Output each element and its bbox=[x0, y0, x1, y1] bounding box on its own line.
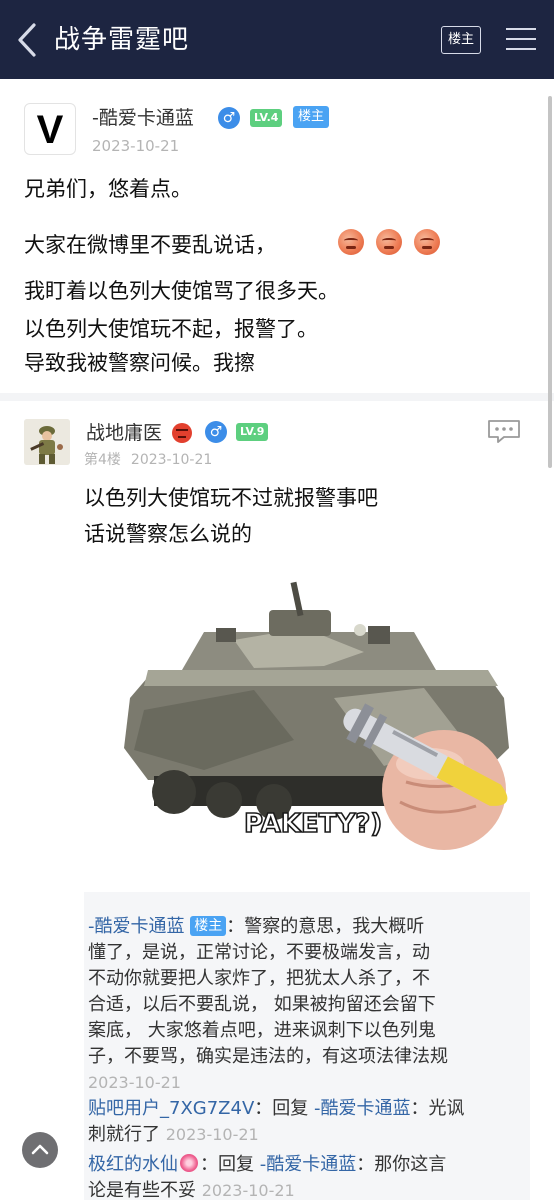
chevron-up-icon bbox=[31, 1144, 49, 1155]
sub-reply-date: 2023-10-21 bbox=[201, 1181, 295, 1200]
post-line: 以色列大使馆玩不起，报警了。 bbox=[24, 317, 318, 341]
sub-reply-text: 案底， 大家悠着点吧，进来讽刺下以色列鬼 bbox=[88, 1020, 436, 1041]
sub-reply-author[interactable]: 极红的水仙 bbox=[88, 1154, 178, 1175]
sub-reply-text: 不动你就要把人家炸了，把犹太人杀了，不 bbox=[88, 968, 430, 989]
sub-reply-text: 论是有些不妥 bbox=[88, 1180, 196, 1200]
sub-reply[interactable]: 极红的水仙 ：回复 -酷爱卡通蓝：那你这言 论是有些不妥 2023-10-21 bbox=[88, 1152, 524, 1200]
scrollbar[interactable] bbox=[548, 96, 552, 468]
post-date: 2023-10-21 bbox=[92, 137, 180, 155]
host-badge: 楼主 bbox=[293, 106, 330, 128]
post-line: 兄弟们，悠着点。 bbox=[24, 177, 192, 201]
sub-reply-text: 刺就行了 bbox=[88, 1124, 160, 1145]
sub-reply-author[interactable]: -酷爱卡通蓝 bbox=[88, 916, 185, 937]
flower-emoji bbox=[180, 1154, 198, 1172]
sub-reply-text: 合适，以后不要乱说， 如果被拘留还会留下 bbox=[88, 994, 436, 1015]
floor-number: 第4楼 bbox=[84, 452, 121, 468]
chevron-left-icon[interactable] bbox=[14, 22, 42, 58]
male-gender-icon: ♂ bbox=[205, 421, 227, 443]
angry-face-emoji bbox=[338, 229, 364, 255]
author-name[interactable]: 战地庸医 bbox=[86, 420, 162, 446]
reply-line: 话说警察怎么说的 bbox=[84, 522, 252, 546]
sub-reply-author[interactable]: 贴吧用户_7XG7Z4V bbox=[88, 1098, 254, 1119]
sub-reply-date: 2023-10-21 bbox=[88, 1073, 181, 1092]
reply-word: 回复 bbox=[272, 1098, 309, 1119]
hamburger-menu-icon[interactable] bbox=[506, 24, 536, 54]
reply-line: 以色列大使馆玩不过就报警事吧 bbox=[84, 486, 378, 510]
tank-meme-image[interactable]: PAKETY?) bbox=[84, 570, 530, 872]
section-divider bbox=[0, 393, 554, 401]
reply-target[interactable]: -酷爱卡通蓝 bbox=[314, 1098, 411, 1119]
reply-word: 回复 bbox=[218, 1154, 254, 1175]
avatar[interactable] bbox=[24, 419, 70, 465]
post-line: 大家在微博里不要乱说话， bbox=[24, 233, 276, 257]
scroll-to-top-button[interactable] bbox=[22, 1132, 58, 1168]
host-badge: 楼主 bbox=[190, 916, 227, 936]
only-host-button[interactable]: 楼主 bbox=[441, 26, 481, 54]
floor-info: 第4楼 2023-10-21 bbox=[84, 450, 212, 470]
sub-reply-text: ：那你这言 bbox=[356, 1154, 447, 1175]
comment-icon[interactable] bbox=[486, 418, 522, 444]
sub-reply-text: ：光讽 bbox=[410, 1098, 465, 1119]
angry-face-emoji bbox=[414, 229, 440, 255]
image-caption: PAKETY?) bbox=[244, 809, 382, 839]
author-name[interactable]: -酷爱卡通蓝 bbox=[92, 105, 194, 131]
angry-face-emoji bbox=[376, 229, 402, 255]
forum-title: 战争雷霆吧 bbox=[54, 25, 190, 55]
sub-reply-text: 懂了，是说，正常讨论，不要极端发言，动 bbox=[88, 942, 430, 963]
sub-reply-date: 2023-10-21 bbox=[165, 1125, 259, 1144]
post-line: 导致我被警察问候。我擦 bbox=[24, 351, 255, 375]
level-badge: LV.4 bbox=[250, 109, 283, 127]
angry-face-emoji bbox=[172, 423, 192, 443]
top-nav-bar: 战争雷霆吧 楼主 bbox=[0, 0, 554, 79]
sub-reply[interactable]: 贴吧用户_7XG7Z4V：回复 -酷爱卡通蓝：光讽 刺就行了 2023-10-2… bbox=[88, 1096, 524, 1148]
reply-target[interactable]: -酷爱卡通蓝 bbox=[260, 1154, 357, 1175]
main-post: V -酷爱卡通蓝 ♂ LV.4 楼主 2023-10-21 兄弟们，悠着点。 大… bbox=[0, 79, 554, 393]
level-badge: LV.9 bbox=[236, 423, 269, 441]
sub-reply-text: ：警察的意思，我大概听 bbox=[226, 916, 425, 937]
sub-reply[interactable]: -酷爱卡通蓝 楼主 ：警察的意思，我大概听 懂了，是说，正常讨论，不要极端发言，动… bbox=[88, 914, 524, 1096]
sub-reply-text: 子，不要骂，确实是违法的，有这项法律法规 bbox=[88, 1046, 448, 1067]
post-line: 我盯着以色列大使馆骂了很多天。 bbox=[24, 279, 339, 303]
reply-date: 2023-10-21 bbox=[130, 452, 213, 468]
male-gender-icon: ♂ bbox=[218, 107, 240, 129]
avatar[interactable]: V bbox=[24, 103, 76, 155]
